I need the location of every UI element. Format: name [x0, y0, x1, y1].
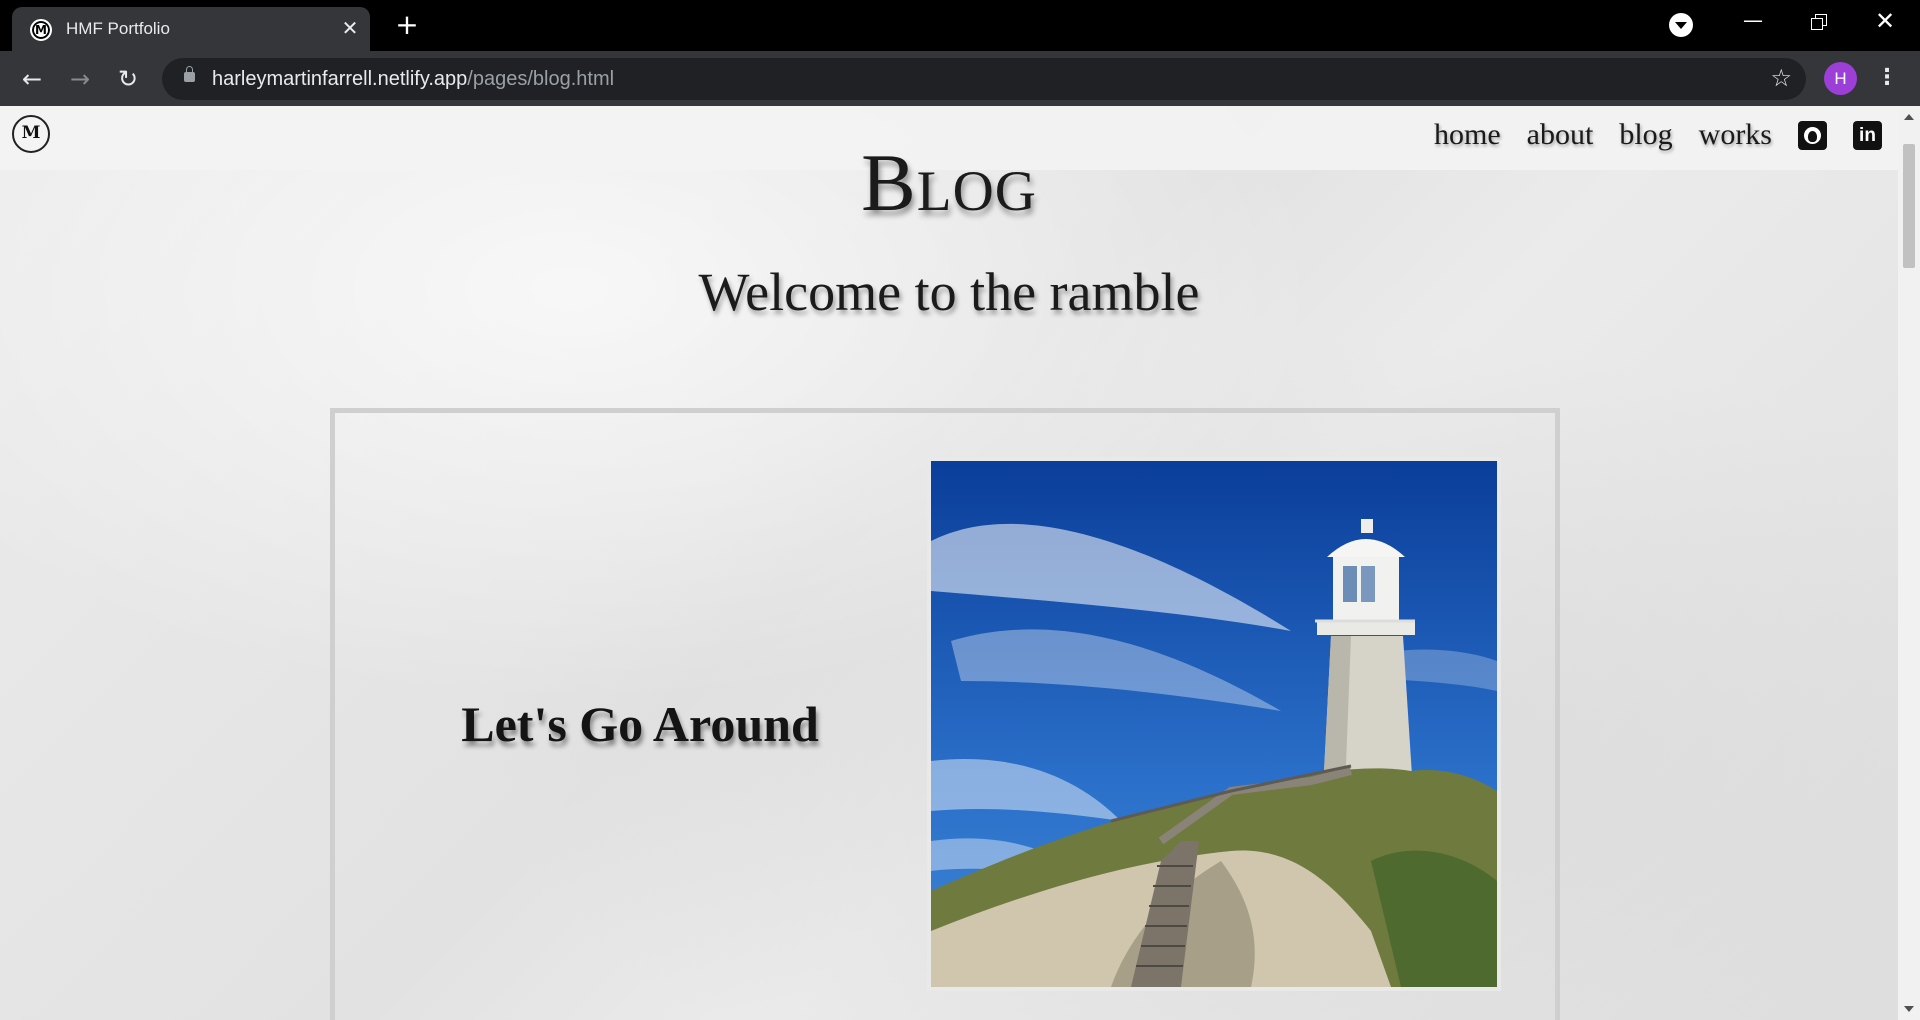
- close-tab-icon[interactable]: ✕: [339, 17, 361, 39]
- address-bar[interactable]: harleymartinfarrell.netlify.app/pages/bl…: [162, 58, 1806, 100]
- blog-post-card[interactable]: Let's Go Around: [330, 408, 1560, 1020]
- page-title: Blog: [861, 137, 1037, 228]
- browser-toolbar: ← → ↻ harleymartinfarrell.netlify.app/pa…: [0, 51, 1920, 106]
- back-icon[interactable]: ←: [14, 61, 50, 97]
- reload-icon[interactable]: ↻: [110, 61, 146, 97]
- browser-tab[interactable]: M HMF Portfolio ✕: [12, 7, 370, 51]
- browser-tab-bar: M HMF Portfolio ✕ + — ✕: [0, 0, 1920, 51]
- new-tab-button[interactable]: +: [390, 8, 424, 42]
- url-text[interactable]: harleymartinfarrell.netlify.app/pages/bl…: [212, 68, 614, 91]
- scroll-down-icon[interactable]: [1904, 1006, 1914, 1012]
- favicon-icon: M: [30, 19, 52, 41]
- profile-avatar[interactable]: H: [1824, 62, 1857, 95]
- tab-title: HMF Portfolio: [66, 19, 170, 38]
- post-image-lighthouse[interactable]: [927, 457, 1501, 991]
- forward-icon[interactable]: →: [62, 61, 98, 97]
- page-subtitle: Welcome to the ramble: [698, 262, 1200, 322]
- window-close-icon[interactable]: ✕: [1870, 6, 1900, 36]
- tab-search-icon[interactable]: [1669, 13, 1693, 37]
- restore-icon[interactable]: [1806, 10, 1836, 34]
- page-viewport: M home about blog works in Blog Welcome …: [0, 106, 1898, 1020]
- scroll-thumb[interactable]: [1903, 144, 1915, 268]
- minimize-icon[interactable]: —: [1738, 10, 1768, 34]
- post-title[interactable]: Let's Go Around: [335, 695, 945, 753]
- browser-menu-icon[interactable]: ⋮: [1872, 63, 1902, 95]
- page-scrollbar[interactable]: [1898, 106, 1920, 1020]
- scroll-up-icon[interactable]: [1904, 114, 1914, 120]
- bookmark-star-icon[interactable]: ☆: [1770, 64, 1792, 92]
- lock-icon[interactable]: [184, 66, 195, 82]
